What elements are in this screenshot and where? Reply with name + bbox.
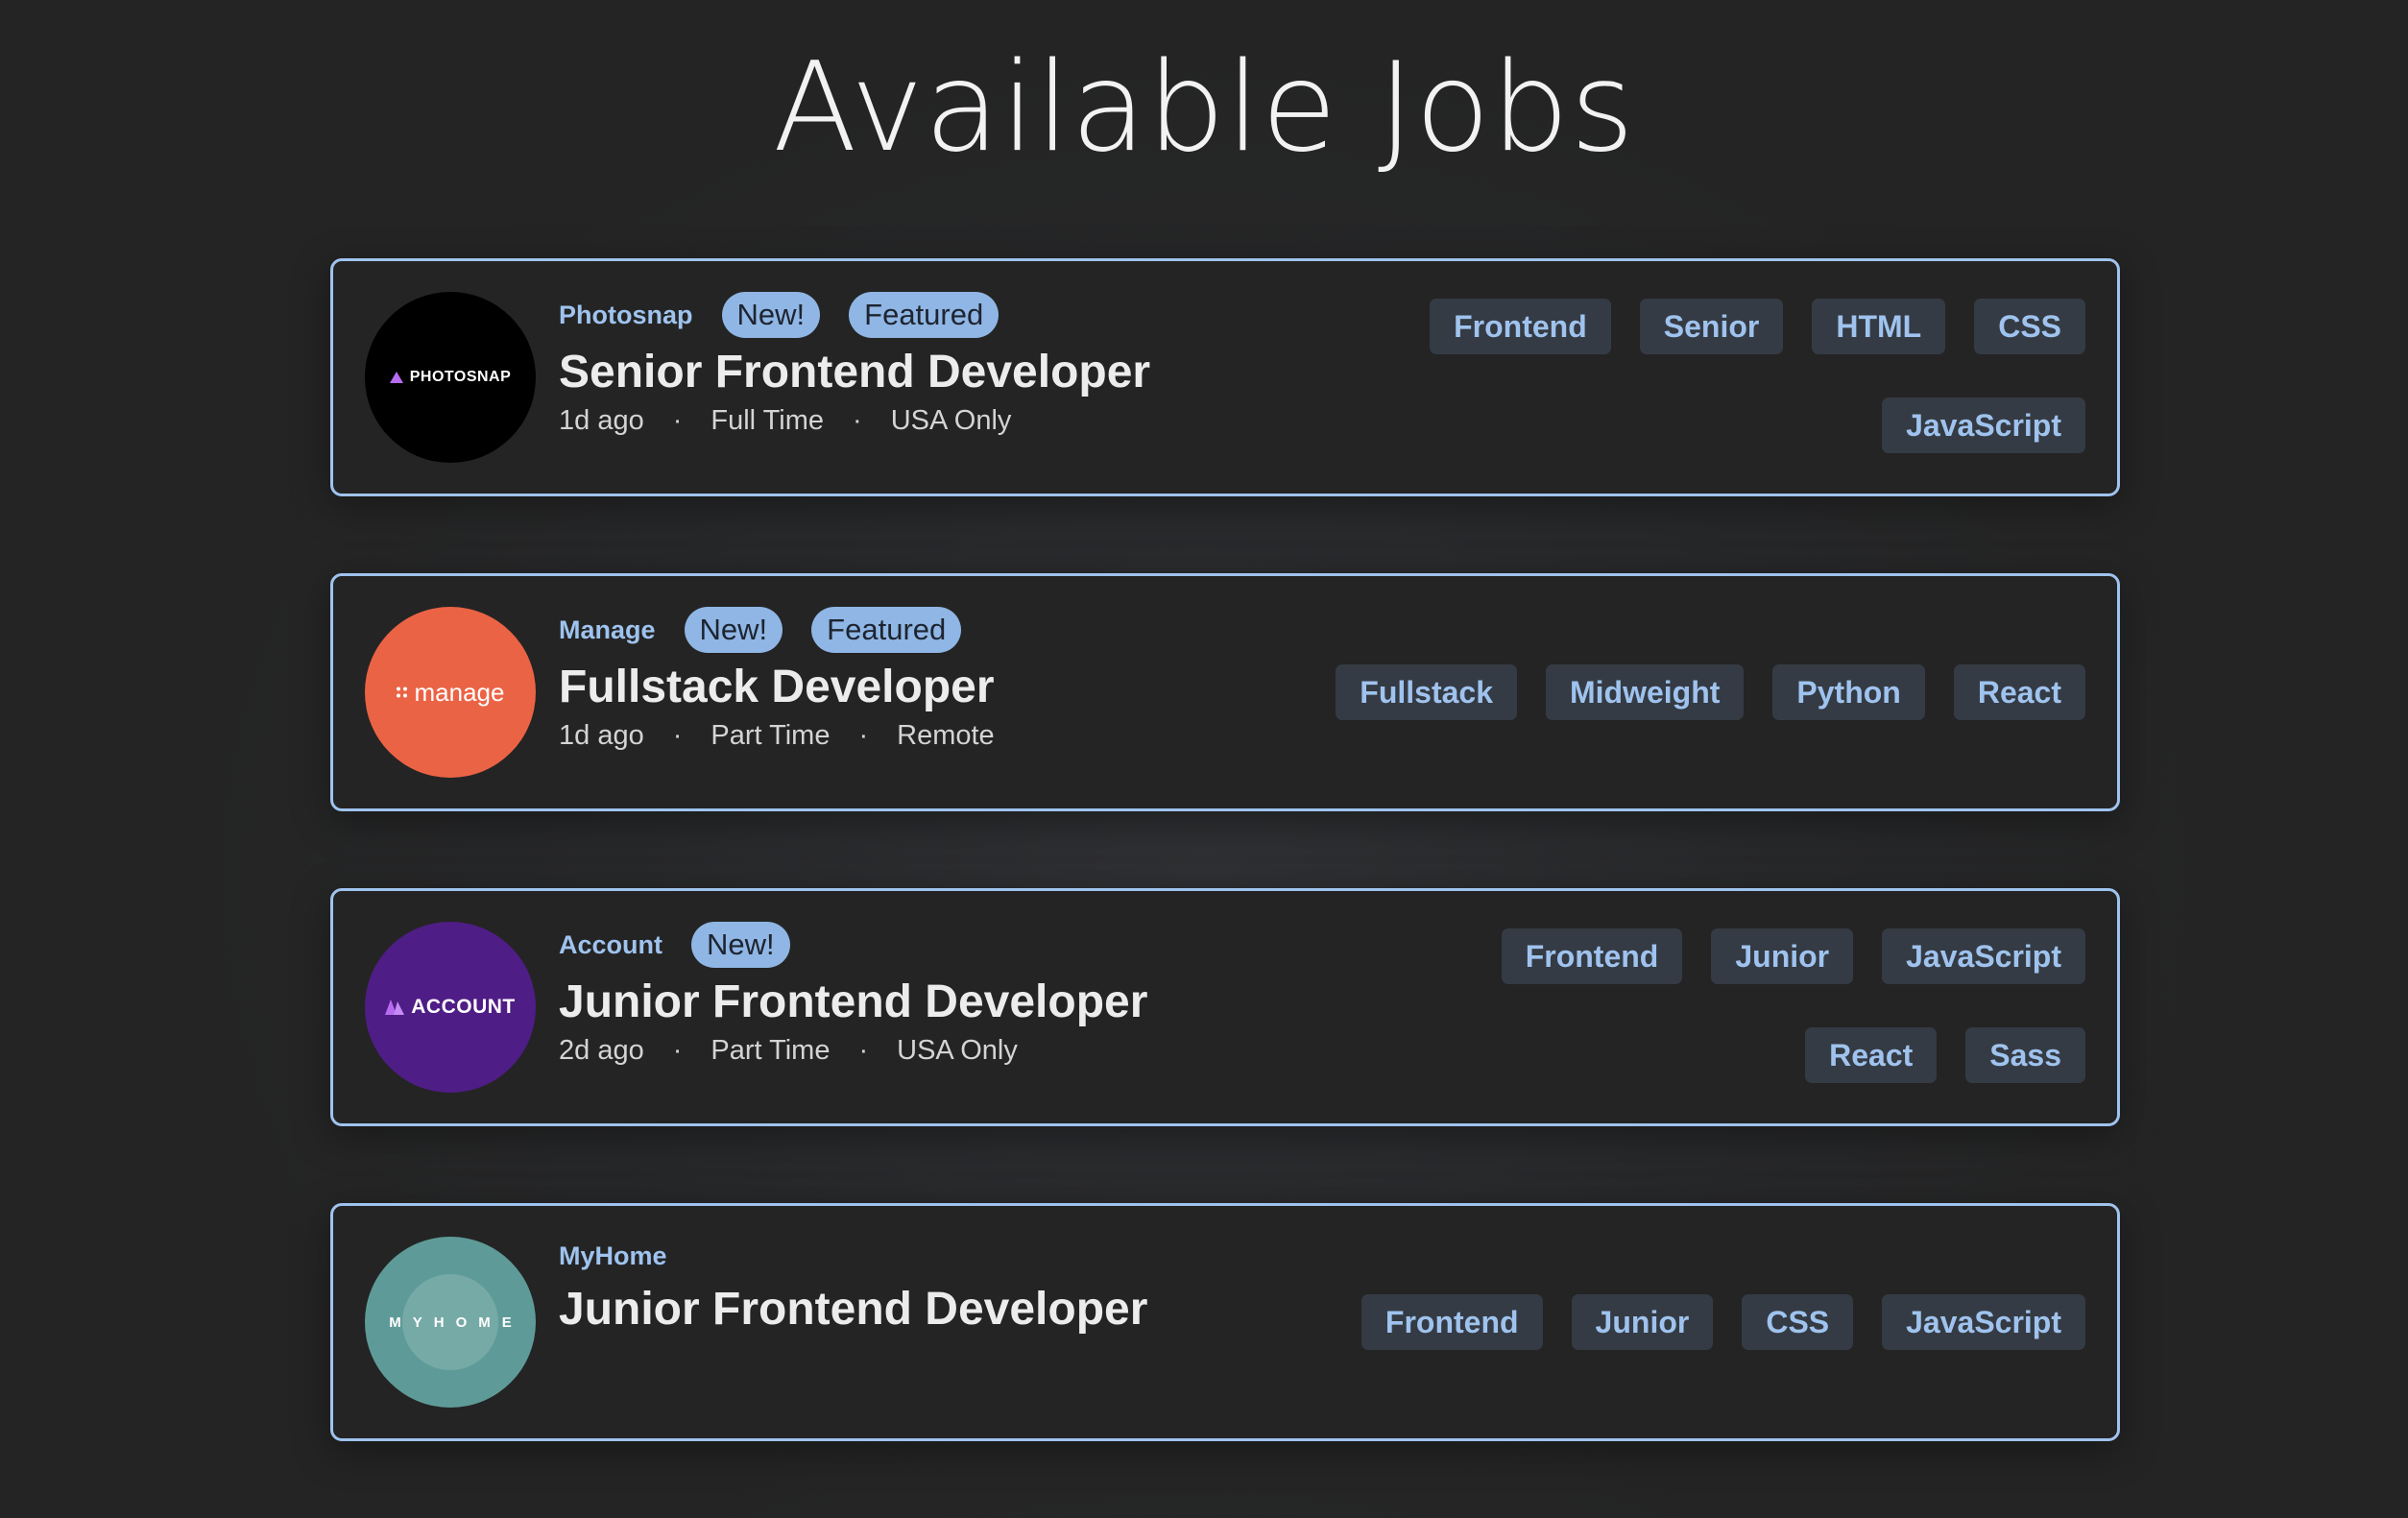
company-row: Account New!: [559, 920, 1147, 970]
tag-frontend[interactable]: Frontend: [1430, 299, 1611, 354]
job-card[interactable]: PHOTOSNAP Photosnap New! Featured Senior…: [330, 258, 2120, 496]
featured-badge: Featured: [849, 292, 999, 338]
job-meta: 1d ago · Full Time · USA Only: [559, 405, 1150, 437]
tag-css[interactable]: CSS: [1974, 299, 2085, 354]
contract-type: Part Time: [710, 1035, 831, 1066]
company-name[interactable]: Account: [559, 930, 662, 960]
tag-javascript[interactable]: JavaScript: [1882, 1294, 2085, 1350]
company-logo: PHOTOSNAP: [365, 292, 536, 463]
location: USA Only: [890, 405, 1012, 436]
job-info: Photosnap New! Featured Senior Frontend …: [559, 290, 1150, 437]
job-tags: Frontend Junior CSS JavaScript: [1221, 1206, 2085, 1438]
page-title: Available Jobs: [772, 36, 1636, 180]
job-card[interactable]: MYHOME MyHome Junior Frontend Developer …: [330, 1203, 2120, 1441]
job-list: PHOTOSNAP Photosnap New! Featured Senior…: [330, 258, 2120, 1518]
location: Remote: [897, 720, 995, 751]
tag-react[interactable]: React: [1805, 1027, 1938, 1083]
tag-python[interactable]: Python: [1772, 664, 1925, 720]
tag-senior[interactable]: Senior: [1639, 299, 1784, 354]
company-row: Manage New! Featured: [559, 605, 995, 655]
company-row: Photosnap New! Featured: [559, 290, 1150, 340]
company-name[interactable]: Manage: [559, 615, 656, 645]
company-name[interactable]: Photosnap: [559, 301, 693, 330]
company-logo: manage: [365, 607, 536, 778]
logo-text: ACCOUNT: [411, 996, 516, 1018]
job-info: Manage New! Featured Fullstack Developer…: [559, 605, 995, 752]
tag-frontend[interactable]: Frontend: [1501, 928, 1683, 984]
meta-separator: ·: [858, 1035, 869, 1066]
posted-time: 1d ago: [559, 720, 644, 751]
tag-midweight[interactable]: Midweight: [1545, 664, 1745, 720]
tag-junior[interactable]: Junior: [1711, 928, 1854, 984]
contract-type: Part Time: [710, 720, 831, 751]
company-logo: MYHOME: [365, 1237, 536, 1408]
job-tags: Frontend Junior JavaScript React Sass: [1356, 928, 2085, 1083]
job-tags: Fullstack Midweight Python React: [1221, 576, 2085, 808]
featured-badge: Featured: [811, 607, 962, 653]
tag-react[interactable]: React: [1953, 664, 2085, 720]
job-tags: Frontend Senior HTML CSS JavaScript: [1356, 299, 2085, 453]
dots-logo-icon: [396, 687, 407, 698]
company-logo: ACCOUNT: [365, 922, 536, 1093]
job-title[interactable]: Junior Frontend Developer: [559, 1283, 1147, 1337]
meta-separator: ·: [672, 405, 683, 436]
tag-javascript[interactable]: JavaScript: [1882, 398, 2085, 453]
tag-css[interactable]: CSS: [1742, 1294, 1854, 1350]
logo-text: MYHOME: [389, 1313, 523, 1331]
logo-text: PHOTOSNAP: [409, 369, 512, 385]
tag-sass[interactable]: Sass: [1965, 1027, 2085, 1083]
job-card[interactable]: manage Manage New! Featured Fullstack De…: [330, 573, 2120, 811]
posted-time: 2d ago: [559, 1035, 644, 1066]
location: USA Only: [897, 1035, 1018, 1066]
contract-type: Full Time: [710, 405, 825, 436]
company-row: MyHome: [559, 1231, 1147, 1281]
meta-separator: ·: [672, 720, 683, 751]
tag-fullstack[interactable]: Fullstack: [1336, 664, 1517, 720]
job-meta: 1d ago · Part Time · Remote: [559, 720, 995, 752]
new-badge: New!: [691, 922, 790, 968]
triangle-logo-icon: [389, 372, 403, 383]
meta-separator: ·: [858, 720, 869, 751]
meta-separator: ·: [853, 405, 862, 436]
job-info: MyHome Junior Frontend Developer: [559, 1231, 1147, 1337]
posted-time: 1d ago: [559, 405, 644, 436]
job-info: Account New! Junior Frontend Developer 2…: [559, 920, 1147, 1067]
tag-frontend[interactable]: Frontend: [1361, 1294, 1543, 1350]
tag-junior[interactable]: Junior: [1571, 1294, 1714, 1350]
new-badge: New!: [684, 607, 783, 653]
tag-javascript[interactable]: JavaScript: [1882, 928, 2085, 984]
job-title[interactable]: Senior Frontend Developer: [559, 346, 1150, 399]
job-title[interactable]: Fullstack Developer: [559, 661, 995, 714]
tag-html[interactable]: HTML: [1812, 299, 1946, 354]
job-card[interactable]: ACCOUNT Account New! Junior Frontend Dev…: [330, 888, 2120, 1126]
meta-separator: ·: [672, 1035, 683, 1066]
job-meta: 2d ago · Part Time · USA Only: [559, 1035, 1147, 1067]
job-title[interactable]: Junior Frontend Developer: [559, 976, 1147, 1029]
mountain-logo-icon: [385, 1000, 405, 1015]
company-name[interactable]: MyHome: [559, 1241, 667, 1271]
logo-text: manage: [414, 677, 505, 707]
new-badge: New!: [721, 292, 821, 338]
